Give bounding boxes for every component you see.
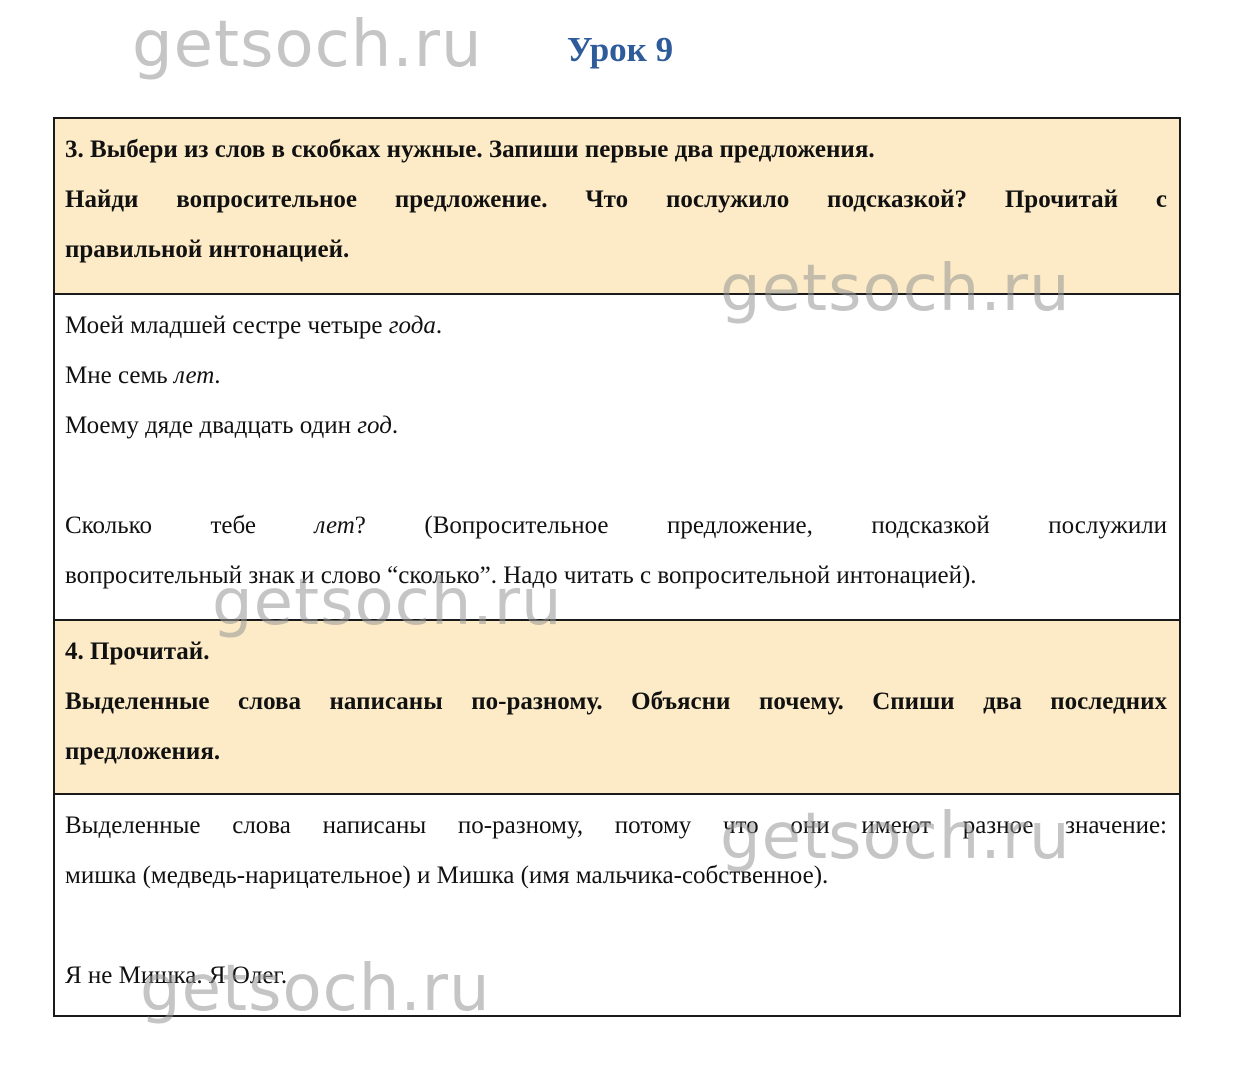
question-word-4: (Вопросительное: [424, 512, 609, 539]
question-explanation: вопросительный знак и слово “сколько”. Н…: [65, 562, 977, 589]
task-4-instruction-line-1: Выделенные слова написаны по-разному. Об…: [65, 688, 1167, 715]
task-3-answer: Моей младшей сестре четыре года. Мне сем…: [55, 293, 1179, 619]
answer-4-line-1: Выделенные слова написаны по-разному, по…: [65, 812, 1167, 839]
question-word-6: подсказкой: [871, 512, 990, 539]
task-4-answer: Выделенные слова написаны по-разному, по…: [55, 793, 1179, 1015]
task-4-title: 4. Прочитай.: [65, 638, 210, 665]
answer-sentence-3-end: .: [391, 412, 399, 439]
answer-sentence-1-word: года: [388, 312, 436, 339]
question-sentence: Сколько тебе лет? (Вопросительное предло…: [65, 501, 1167, 551]
answer-sentence-1-text: Моей младшей сестре четыре: [65, 312, 389, 339]
answer-sentence-3: Моему дяде двадцать один год.: [65, 401, 1167, 451]
lesson-title: Урок 9: [566, 30, 674, 69]
question-word-1: Сколько: [65, 512, 152, 539]
task-3-header: 3. Выбери из слов в скобках нужные. Запи…: [55, 119, 1179, 293]
question-word-5: предложение,: [667, 512, 813, 539]
answer-4-line-3: Я не Мишка. Я Олег.: [65, 962, 288, 989]
answer-4-line-2: мишка (медведь-нарицательное) и Мишка (и…: [65, 862, 829, 889]
answer-sentence-1-end: .: [435, 312, 443, 339]
answer-sentence-2-end: .: [214, 362, 221, 389]
task-3-title: 3. Выбери из слов в скобках нужные. Запи…: [65, 136, 875, 163]
question-highlight-word: лет: [314, 512, 355, 539]
task-3-instruction-line-1: Найди вопросительное предложение. Что по…: [65, 186, 1167, 213]
answer-sentence-3-word: год: [357, 412, 392, 439]
question-word-2: тебе: [210, 512, 256, 539]
question-word-7: послужили: [1048, 512, 1168, 539]
question-word-3: лет?: [314, 512, 365, 539]
answer-sentence-2-word: лет: [173, 362, 215, 389]
task-4-header: 4. Прочитай. Выделенные слова написаны п…: [55, 619, 1179, 793]
task-3-instruction-line-2: правильной интонацией.: [65, 236, 350, 263]
answer-sentence-3-text: Моему дяде двадцать один: [65, 412, 358, 439]
exercise-table: 3. Выбери из слов в скобках нужные. Запи…: [53, 117, 1181, 1017]
task-4-instruction-line-2: предложения.: [65, 738, 221, 765]
answer-sentence-1: Моей младшей сестре четыре года.: [65, 301, 1167, 351]
answer-sentence-2-text: Мне семь: [65, 362, 174, 389]
answer-sentence-2: Мне семь лет.: [65, 351, 1167, 401]
question-mark: ?: [354, 512, 366, 539]
